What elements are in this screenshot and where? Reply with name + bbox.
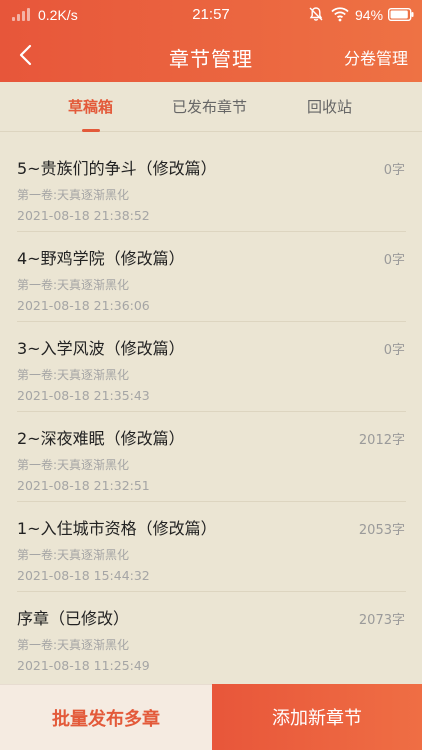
chapter-title: 2~深夜难眠（修改篇） xyxy=(17,429,185,448)
header: 0.2K/s 21:57 94% 章节管理 分卷管理 xyxy=(0,0,422,82)
chapter-list: 5~贵族们的争斗（修改篇） 0字 第一卷:天真逐渐黑化 2021-08-18 2… xyxy=(0,142,422,682)
word-count: 0字 xyxy=(383,343,405,358)
add-chapter-button[interactable]: 添加新章节 xyxy=(212,684,422,750)
chapter-volume: 第一卷:天真逐渐黑化 xyxy=(17,278,130,292)
tab-bar: 草稿箱 已发布章节 回收站 xyxy=(0,82,422,132)
tab-drafts[interactable]: 草稿箱 xyxy=(68,96,113,117)
chapter-volume: 第一卷:天真逐渐黑化 xyxy=(17,548,130,562)
chapter-item[interactable]: 5~贵族们的争斗（修改篇） 0字 第一卷:天真逐渐黑化 2021-08-18 2… xyxy=(17,142,406,232)
chapter-volume: 第一卷:天真逐渐黑化 xyxy=(17,458,130,472)
chapter-item[interactable]: 序章（已修改） 2073字 第一卷:天真逐渐黑化 2021-08-18 11:2… xyxy=(17,592,406,682)
word-count: 2073字 xyxy=(358,613,405,628)
chapter-timestamp: 2021-08-18 15:44:32 xyxy=(17,568,150,583)
batch-publish-button[interactable]: 批量发布多章 xyxy=(0,684,212,750)
word-count: 0字 xyxy=(383,163,405,178)
chapter-title: 4~野鸡学院（修改篇） xyxy=(17,249,185,268)
tab-indicator xyxy=(82,129,100,132)
tab-published[interactable]: 已发布章节 xyxy=(172,96,247,117)
chapter-timestamp: 2021-08-18 11:25:49 xyxy=(17,658,150,673)
chapter-timestamp: 2021-08-18 21:38:52 xyxy=(17,208,150,223)
chapter-item[interactable]: 2~深夜难眠（修改篇） 2012字 第一卷:天真逐渐黑化 2021-08-18 … xyxy=(17,412,406,502)
chapter-item[interactable]: 3~入学风波（修改篇） 0字 第一卷:天真逐渐黑化 2021-08-18 21:… xyxy=(17,322,406,412)
chapter-volume: 第一卷:天真逐渐黑化 xyxy=(17,188,130,202)
word-count: 0字 xyxy=(383,253,405,268)
word-count: 2012字 xyxy=(358,433,405,448)
chapter-timestamp: 2021-08-18 21:36:06 xyxy=(17,298,150,313)
chapter-timestamp: 2021-08-18 21:32:51 xyxy=(17,478,150,493)
chapter-title: 1~入住城市资格（修改篇） xyxy=(17,519,217,538)
wifi-icon xyxy=(331,7,349,22)
battery-icon xyxy=(388,8,414,21)
word-count: 2053字 xyxy=(358,523,405,538)
chapter-item[interactable]: 4~野鸡学院（修改篇） 0字 第一卷:天真逐渐黑化 2021-08-18 21:… xyxy=(17,232,406,322)
tab-recycle-bin[interactable]: 回收站 xyxy=(307,96,352,117)
status-bar: 0.2K/s 21:57 94% xyxy=(0,0,422,30)
title-bar: 章节管理 分卷管理 xyxy=(0,30,422,82)
chapter-title: 3~入学风波（修改篇） xyxy=(17,339,185,358)
chapter-volume: 第一卷:天真逐渐黑化 xyxy=(17,368,130,382)
chapter-title: 5~贵族们的争斗（修改篇） xyxy=(17,159,217,178)
volume-manage-button[interactable]: 分卷管理 xyxy=(344,45,408,69)
battery-percent: 94% xyxy=(355,7,384,23)
bottom-bar: 批量发布多章 添加新章节 xyxy=(0,684,422,750)
chapter-title: 序章（已修改） xyxy=(17,609,130,628)
chapter-volume: 第一卷:天真逐渐黑化 xyxy=(17,638,130,652)
chapter-item[interactable]: 1~入住城市资格（修改篇） 2053字 第一卷:天真逐渐黑化 2021-08-1… xyxy=(17,502,406,592)
mute-icon xyxy=(309,7,323,21)
chapter-timestamp: 2021-08-18 21:35:43 xyxy=(17,388,150,403)
